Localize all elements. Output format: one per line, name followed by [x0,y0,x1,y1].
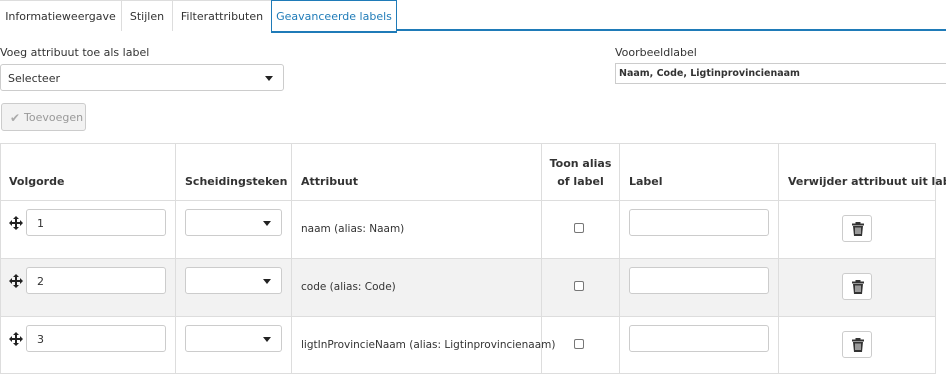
tab-bar: Informatieweergave Stijlen Filterattribu… [0,0,946,33]
attribute-name: naam (alias: Naam) [301,223,405,235]
tab-filterattributen[interactable]: Filterattributen [172,0,272,31]
show-alias-checkbox[interactable] [574,339,584,349]
caret-down-icon [265,76,273,81]
divider [1,200,935,201]
move-arrows-icon[interactable] [9,332,23,346]
labels-table: Volgorde Scheidingsteken Attribuut Toon … [0,143,946,374]
divider [291,144,292,373]
header-attribuut: Attribuut [301,175,359,188]
separator-select[interactable] [185,267,282,294]
attribute-select[interactable]: Selecteer [0,64,284,91]
tab-geavanceerde-labels[interactable]: Geavanceerde labels [271,0,397,33]
header-scheidingsteken: Scheidingsteken [185,175,288,188]
move-arrows-icon[interactable] [9,274,23,288]
delete-button[interactable] [842,331,872,358]
label-input[interactable] [629,267,769,294]
order-input[interactable]: 2 [26,267,166,294]
preview-label: Voorbeeldlabel [615,46,697,59]
caret-down-icon [263,279,271,284]
order-value: 1 [37,217,44,230]
show-alias-checkbox[interactable] [574,223,584,233]
attribute-select-value: Selecteer [8,72,60,85]
attribute-name: code (alias: Code) [301,281,396,293]
label-input[interactable] [629,209,769,236]
caret-down-icon [263,337,271,342]
header-toon-alias-line2: of label [557,175,604,188]
trash-icon [852,280,864,294]
label-input[interactable] [629,325,769,352]
divider [619,144,620,373]
header-toon-alias-line1: Toon alias [549,157,612,170]
order-input[interactable]: 1 [26,209,166,236]
order-input[interactable]: 3 [26,325,166,352]
divider [1,316,935,317]
caret-down-icon [263,221,271,226]
separator-select[interactable] [185,325,282,352]
header-label: Label [629,175,663,188]
add-button[interactable]: ✔ Toevoegen [1,103,86,131]
show-alias-checkbox[interactable] [574,281,584,291]
delete-button[interactable] [842,215,872,242]
order-value: 3 [37,333,44,346]
tab-informatieweergave[interactable]: Informatieweergave [0,0,122,31]
check-icon: ✔ [10,111,21,125]
divider [778,144,779,373]
separator-select[interactable] [185,209,282,236]
delete-button[interactable] [842,273,872,300]
header-volgorde: Volgorde [9,175,65,188]
order-value: 2 [37,275,44,288]
trash-icon [852,222,864,236]
tab-stijlen[interactable]: Stijlen [121,0,173,31]
preview-field: Naam, Code, Ligtinprovincienaam [615,63,946,84]
trash-icon [852,338,864,352]
preview-value: Naam, Code, Ligtinprovincienaam [619,68,800,79]
move-arrows-icon[interactable] [9,216,23,230]
add-attribute-label: Voeg attribuut toe als label [0,46,150,59]
divider [1,258,935,259]
header-verwijder: Verwijder attribuut uit label [788,175,946,188]
attribute-name: ligtInProvincieNaam (alias: Ligtinprovin… [301,339,556,351]
add-button-label: Toevoegen [24,111,84,124]
divider [175,144,176,373]
